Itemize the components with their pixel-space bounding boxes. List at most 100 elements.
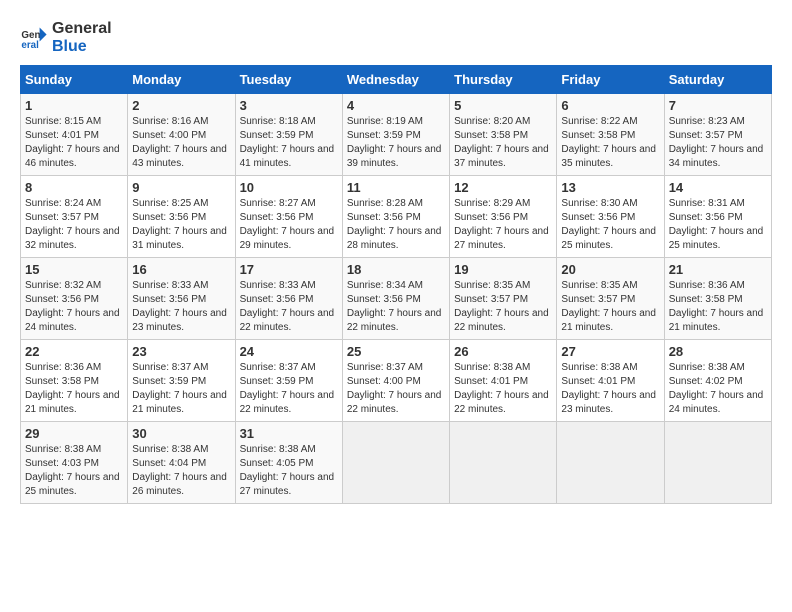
day-number: 8 — [25, 180, 123, 195]
day-info: Sunrise: 8:28 AMSunset: 3:56 PMDaylight:… — [347, 197, 445, 253]
day-number: 31 — [240, 426, 338, 441]
calendar-cell: 2 Sunrise: 8:16 AMSunset: 4:00 PMDaylight… — [128, 94, 235, 176]
day-info: Sunrise: 8:35 AMSunset: 3:57 PMDaylight:… — [561, 279, 659, 335]
day-number: 20 — [561, 262, 659, 277]
day-number: 12 — [454, 180, 552, 195]
calendar-cell: 12 Sunrise: 8:29 AMSunset: 3:56 PMDayligh… — [450, 176, 557, 258]
header-friday: Friday — [557, 66, 664, 94]
day-number: 11 — [347, 180, 445, 195]
day-info: Sunrise: 8:37 AMSunset: 3:59 PMDaylight:… — [240, 361, 338, 417]
calendar-cell: 14 Sunrise: 8:31 AMSunset: 3:56 PMDayligh… — [664, 176, 771, 258]
calendar-cell: 26 Sunrise: 8:38 AMSunset: 4:01 PMDayligh… — [450, 340, 557, 422]
day-number: 30 — [132, 426, 230, 441]
header-wednesday: Wednesday — [342, 66, 449, 94]
day-number: 29 — [25, 426, 123, 441]
calendar-cell: 17Sunrise: 8:33 AMSunset: 3:56 PMDayligh… — [235, 258, 342, 340]
logo-icon: Gen eral — [20, 24, 48, 52]
day-info: Sunrise: 8:33 AMSunset: 3:56 PMDaylight:… — [240, 279, 338, 335]
day-info: Sunrise: 8:38 AMSunset: 4:05 PMDaylight:… — [240, 443, 338, 499]
day-number: 1 — [25, 98, 123, 113]
calendar-cell: 20 Sunrise: 8:35 AMSunset: 3:57 PMDayligh… — [557, 258, 664, 340]
calendar-table: SundayMondayTuesdayWednesdayThursdayFrid… — [20, 65, 772, 504]
day-info: Sunrise: 8:36 AMSunset: 3:58 PMDaylight:… — [25, 361, 123, 417]
calendar-cell — [450, 422, 557, 504]
day-number: 19 — [454, 262, 552, 277]
day-info: Sunrise: 8:38 AMSunset: 4:01 PMDaylight:… — [454, 361, 552, 417]
day-number: 25 — [347, 344, 445, 359]
calendar-cell: 18 Sunrise: 8:34 AMSunset: 3:56 PMDayligh… — [342, 258, 449, 340]
calendar-cell: 29 Sunrise: 8:38 AMSunset: 4:03 PMDayligh… — [21, 422, 128, 504]
day-info: Sunrise: 8:33 AMSunset: 3:56 PMDaylight:… — [132, 279, 230, 335]
calendar-cell: 25Sunrise: 8:37 AMSunset: 4:00 PMDayligh… — [342, 340, 449, 422]
day-number: 5 — [454, 98, 552, 113]
calendar-cell: 21 Sunrise: 8:36 AMSunset: 3:58 PMDayligh… — [664, 258, 771, 340]
logo-general: General — [52, 20, 112, 38]
calendar-week-4: 22Sunrise: 8:36 AMSunset: 3:58 PMDayligh… — [21, 340, 772, 422]
calendar-cell: 6 Sunrise: 8:22 AMSunset: 3:58 PMDaylight… — [557, 94, 664, 176]
day-info: Sunrise: 8:24 AMSunset: 3:57 PMDaylight:… — [25, 197, 123, 253]
day-number: 18 — [347, 262, 445, 277]
header-row: SundayMondayTuesdayWednesdayThursdayFrid… — [21, 66, 772, 94]
day-info: Sunrise: 8:16 AMSunset: 4:00 PMDaylight:… — [132, 115, 230, 171]
day-info: Sunrise: 8:31 AMSunset: 3:56 PMDaylight:… — [669, 197, 767, 253]
day-info: Sunrise: 8:19 AMSunset: 3:59 PMDaylight:… — [347, 115, 445, 171]
day-info: Sunrise: 8:30 AMSunset: 3:56 PMDaylight:… — [561, 197, 659, 253]
day-info: Sunrise: 8:22 AMSunset: 3:58 PMDaylight:… — [561, 115, 659, 171]
day-info: Sunrise: 8:15 AMSunset: 4:01 PMDaylight:… — [25, 115, 123, 171]
day-number: 16 — [132, 262, 230, 277]
day-info: Sunrise: 8:37 AMSunset: 3:59 PMDaylight:… — [132, 361, 230, 417]
day-number: 23 — [132, 344, 230, 359]
day-number: 10 — [240, 180, 338, 195]
day-number: 15 — [25, 262, 123, 277]
day-info: Sunrise: 8:38 AMSunset: 4:01 PMDaylight:… — [561, 361, 659, 417]
calendar-cell: 16 Sunrise: 8:33 AMSunset: 3:56 PMDayligh… — [128, 258, 235, 340]
header-saturday: Saturday — [664, 66, 771, 94]
day-number: 2 — [132, 98, 230, 113]
calendar-week-3: 15 Sunrise: 8:32 AMSunset: 3:56 PMDayligh… — [21, 258, 772, 340]
calendar-cell: 3 Sunrise: 8:18 AMSunset: 3:59 PMDaylight… — [235, 94, 342, 176]
day-number: 24 — [240, 344, 338, 359]
logo: Gen eral General Blue — [20, 20, 112, 55]
day-info: Sunrise: 8:18 AMSunset: 3:59 PMDaylight:… — [240, 115, 338, 171]
day-info: Sunrise: 8:32 AMSunset: 3:56 PMDaylight:… — [25, 279, 123, 335]
day-number: 14 — [669, 180, 767, 195]
calendar-cell: 23 Sunrise: 8:37 AMSunset: 3:59 PMDayligh… — [128, 340, 235, 422]
day-number: 27 — [561, 344, 659, 359]
day-info: Sunrise: 8:35 AMSunset: 3:57 PMDaylight:… — [454, 279, 552, 335]
day-number: 4 — [347, 98, 445, 113]
day-number: 21 — [669, 262, 767, 277]
calendar-week-1: 1 Sunrise: 8:15 AMSunset: 4:01 PMDaylight… — [21, 94, 772, 176]
logo-text: General Blue — [52, 20, 112, 55]
day-number: 26 — [454, 344, 552, 359]
day-number: 3 — [240, 98, 338, 113]
day-number: 6 — [561, 98, 659, 113]
logo-blue: Blue — [52, 38, 112, 56]
calendar-cell: 7Sunrise: 8:23 AMSunset: 3:57 PMDaylight… — [664, 94, 771, 176]
day-number: 9 — [132, 180, 230, 195]
day-info: Sunrise: 8:25 AMSunset: 3:56 PMDaylight:… — [132, 197, 230, 253]
calendar-cell: 11 Sunrise: 8:28 AMSunset: 3:56 PMDayligh… — [342, 176, 449, 258]
day-info: Sunrise: 8:38 AMSunset: 4:03 PMDaylight:… — [25, 443, 123, 499]
calendar-cell: 9 Sunrise: 8:25 AMSunset: 3:56 PMDaylight… — [128, 176, 235, 258]
header: Gen eral General Blue — [20, 20, 772, 55]
calendar-cell: 31 Sunrise: 8:38 AMSunset: 4:05 PMDayligh… — [235, 422, 342, 504]
calendar-week-2: 8 Sunrise: 8:24 AMSunset: 3:57 PMDaylight… — [21, 176, 772, 258]
calendar-cell: 13Sunrise: 8:30 AMSunset: 3:56 PMDayligh… — [557, 176, 664, 258]
calendar-cell: 5Sunrise: 8:20 AMSunset: 3:58 PMDaylight… — [450, 94, 557, 176]
calendar-cell: 4 Sunrise: 8:19 AMSunset: 3:59 PMDaylight… — [342, 94, 449, 176]
calendar-cell — [664, 422, 771, 504]
calendar-cell — [342, 422, 449, 504]
day-info: Sunrise: 8:36 AMSunset: 3:58 PMDaylight:… — [669, 279, 767, 335]
calendar-cell — [557, 422, 664, 504]
header-thursday: Thursday — [450, 66, 557, 94]
calendar-week-5: 29 Sunrise: 8:38 AMSunset: 4:03 PMDayligh… — [21, 422, 772, 504]
svg-text:eral: eral — [21, 39, 39, 50]
day-info: Sunrise: 8:23 AMSunset: 3:57 PMDaylight:… — [669, 115, 767, 171]
calendar-cell: 24 Sunrise: 8:37 AMSunset: 3:59 PMDayligh… — [235, 340, 342, 422]
header-sunday: Sunday — [21, 66, 128, 94]
day-info: Sunrise: 8:27 AMSunset: 3:56 PMDaylight:… — [240, 197, 338, 253]
calendar-cell: 1 Sunrise: 8:15 AMSunset: 4:01 PMDaylight… — [21, 94, 128, 176]
day-info: Sunrise: 8:29 AMSunset: 3:56 PMDaylight:… — [454, 197, 552, 253]
day-info: Sunrise: 8:34 AMSunset: 3:56 PMDaylight:… — [347, 279, 445, 335]
calendar-cell: 30Sunrise: 8:38 AMSunset: 4:04 PMDayligh… — [128, 422, 235, 504]
